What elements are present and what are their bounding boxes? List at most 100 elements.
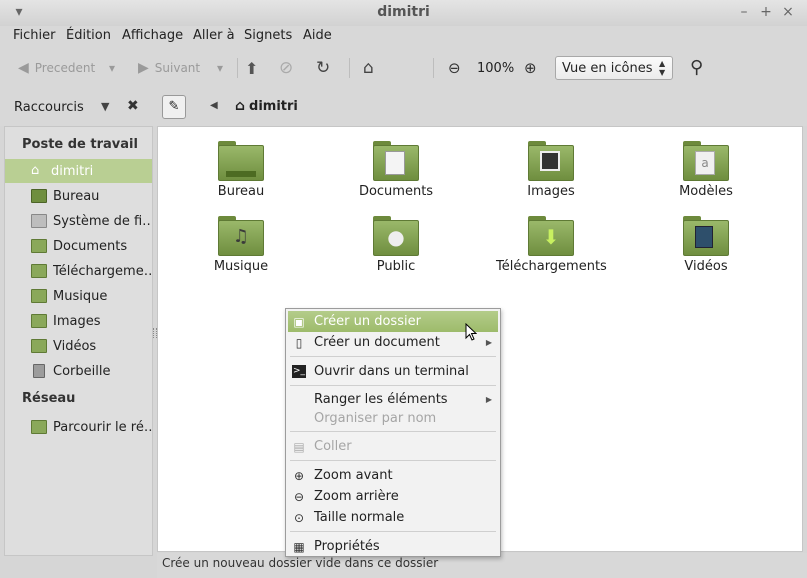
folder-item[interactable]: ♫ Musique [186, 216, 296, 286]
templates-folder-icon: a [683, 141, 729, 181]
network-icon [31, 420, 47, 434]
menu-item-label: Zoom arrière [314, 489, 399, 504]
arrow-right-icon: ▶ [138, 60, 149, 76]
menu-bar: Fichier Édition Affichage Aller à Signet… [0, 26, 807, 48]
search-icon[interactable]: ⚲ [690, 57, 703, 78]
zoom-level: 100% [477, 60, 515, 76]
menu-separator [290, 531, 496, 532]
zoom-in-icon[interactable]: ⊕ [524, 57, 537, 79]
close-sidebar-icon[interactable]: ✖ [127, 98, 139, 114]
sidebar-item-corbeille[interactable]: Corbeille [5, 359, 152, 383]
folder-name: Images [527, 184, 575, 199]
desktop-folder-icon [218, 141, 264, 181]
new-document-icon: ▯ [295, 335, 303, 350]
folder-name: Bureau [217, 184, 265, 199]
back-button[interactable]: ◀ Precedent [18, 57, 95, 79]
sidebar-item-label: Images [53, 313, 101, 329]
menu-item-label: Organiser par nom [314, 411, 437, 426]
folder-item[interactable]: Images [496, 141, 606, 211]
parent-folder-icon[interactable]: ⬆ [245, 57, 258, 79]
zoom-out-icon[interactable]: ⊖ [448, 57, 461, 79]
toolbar-separator [433, 58, 434, 78]
folder-item[interactable]: Documents [341, 141, 451, 211]
folder-item[interactable]: Bureau [186, 141, 296, 211]
folder-item[interactable]: a Modèles [651, 141, 761, 211]
path-scroll-left-icon[interactable]: ◀ [210, 100, 218, 111]
forward-history-icon[interactable]: ▾ [217, 57, 223, 79]
close-icon[interactable]: × [780, 4, 796, 20]
menu-separator [290, 460, 496, 461]
home-icon[interactable]: ⌂ [363, 57, 374, 79]
trash-icon [33, 364, 45, 378]
menu-aide[interactable]: Aide [303, 28, 332, 43]
sidebar-item-filesystem[interactable]: Système de fi… [5, 209, 152, 233]
folder-item[interactable]: ● Public [341, 216, 451, 286]
folder-item[interactable]: ⬇ Téléchargements [496, 216, 607, 286]
menu-item-label: Coller [314, 439, 352, 454]
menu-item-zoom-out[interactable]: ⊖ Zoom arrière [288, 486, 498, 507]
submenu-arrow-icon: ▶ [485, 338, 492, 347]
stop-icon[interactable]: ⊘ [279, 57, 293, 79]
edit-location-button[interactable]: ✎ [162, 95, 186, 119]
forward-button[interactable]: ▶ Suivant [138, 57, 200, 79]
sidebar-item-label: Corbeille [53, 363, 111, 379]
menu-item-arrange-items[interactable]: Ranger les éléments ▶ [288, 389, 498, 410]
folder-pictures-icon [31, 314, 47, 328]
window-menu-icon[interactable]: ▾ [11, 4, 27, 20]
sidebar-item-label: Bureau [53, 188, 100, 204]
menu-item-paste[interactable]: ▤ Coller [288, 436, 498, 457]
sidebar-header: Raccourcis ▼ ✖ [0, 88, 153, 126]
path-segment-current[interactable]: ⌂ dimitri [235, 98, 298, 114]
folder-name: Documents [358, 184, 434, 199]
sidebar-item-documents[interactable]: Documents [5, 234, 152, 258]
minimize-icon[interactable]: – [736, 4, 752, 20]
zoom-normal-icon: ⊙ [293, 510, 305, 525]
folder-download-icon [31, 264, 47, 278]
sidebar-item-dimitri[interactable]: ⌂ dimitri [5, 159, 152, 183]
reload-icon[interactable]: ↻ [316, 57, 330, 79]
menu-edition[interactable]: Édition [66, 28, 111, 43]
sidebar-item-network[interactable]: Parcourir le ré… [5, 415, 152, 439]
menu-item-label: Créer un document [314, 335, 440, 350]
folder-name: Musique [213, 259, 269, 274]
sidebar-item-label: dimitri [51, 163, 94, 179]
menu-item-open-terminal[interactable]: >_ Ouvrir dans un terminal [288, 361, 498, 382]
menu-signets[interactable]: Signets [244, 28, 292, 43]
menu-item-label: Propriétés [314, 539, 380, 554]
path-segment-label: dimitri [249, 98, 298, 114]
menu-item-sort-by-name[interactable]: Organiser par nom [288, 408, 498, 429]
menu-fichier[interactable]: Fichier [13, 28, 56, 43]
folder-name: Téléchargements [496, 259, 607, 274]
sidebar-section-title: Poste de travail [22, 137, 138, 152]
menu-item-normal-size[interactable]: ⊙ Taille normale [288, 507, 498, 528]
terminal-icon: >_ [292, 365, 306, 378]
desktop-icon [31, 189, 47, 203]
menu-separator [290, 431, 496, 432]
back-history-icon[interactable]: ▾ [109, 57, 115, 79]
zoom-out-icon: ⊖ [293, 489, 305, 504]
sidebar-item-videos[interactable]: Vidéos [5, 334, 152, 358]
view-mode-select[interactable]: Vue en icônes ▲ ▼ [555, 56, 673, 80]
music-folder-icon: ♫ [218, 216, 264, 256]
sidebar-section-title: Réseau [22, 391, 76, 406]
forward-label: Suivant [154, 61, 201, 75]
sidebar-type-dropdown-icon[interactable]: ▼ [101, 100, 109, 113]
arrow-left-icon: ◀ [18, 60, 29, 76]
folder-item[interactable]: Vidéos [651, 216, 761, 286]
menu-affichage[interactable]: Affichage [122, 28, 183, 43]
menu-item-label: Ranger les éléments [314, 392, 448, 407]
title-bar: dimitri ▾ – + × [0, 0, 807, 26]
sidebar-item-images[interactable]: Images [5, 309, 152, 333]
toolbar-separator [237, 58, 238, 78]
sidebar-item-label: Vidéos [53, 338, 97, 354]
sidebar-item-telechargements[interactable]: Téléchargeme… [5, 259, 152, 283]
sidebar-item-musique[interactable]: Musique [5, 284, 152, 308]
menu-separator [290, 356, 496, 357]
sidebar-item-bureau[interactable]: Bureau [5, 184, 152, 208]
menu-item-properties[interactable]: ▦ Propriétés [288, 536, 498, 557]
context-menu: ▣ Créer un dossier ▯ Créer un document ▶… [285, 308, 501, 557]
pictures-folder-icon [528, 141, 574, 181]
menu-item-zoom-in[interactable]: ⊕ Zoom avant [288, 465, 498, 486]
maximize-icon[interactable]: + [758, 4, 774, 20]
menu-aller-a[interactable]: Aller à [193, 28, 235, 43]
